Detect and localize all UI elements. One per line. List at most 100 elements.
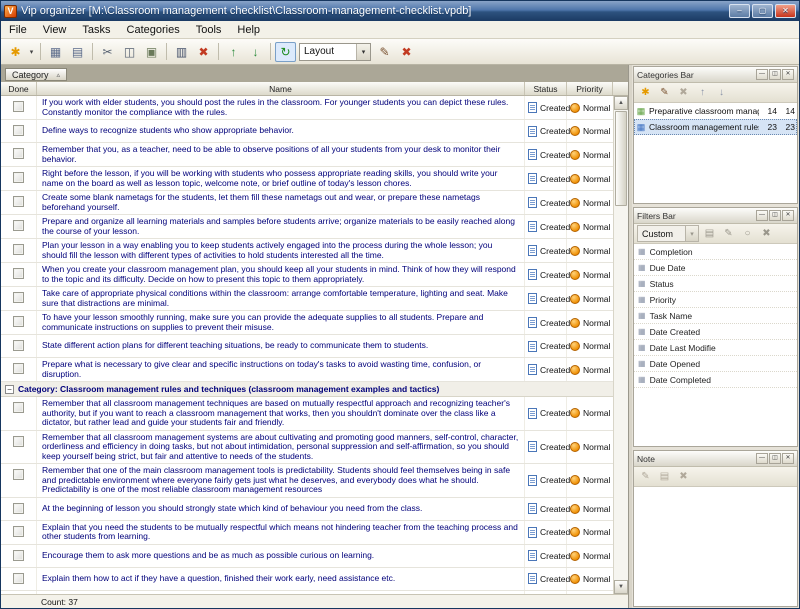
chevron-down-icon[interactable]: ▾: [356, 44, 370, 60]
filters-pin-icon[interactable]: ◫: [769, 210, 781, 221]
filters-minimize-icon[interactable]: —: [756, 210, 768, 221]
paste-button[interactable]: ▣: [141, 42, 162, 62]
task-row[interactable]: Encourage them to ask more questions and…: [1, 545, 613, 568]
task-row[interactable]: State different action plans for differe…: [1, 335, 613, 358]
done-checkbox[interactable]: [13, 148, 24, 159]
move-down-button[interactable]: ↓: [245, 42, 266, 62]
view-list-button[interactable]: ▦: [45, 42, 66, 62]
done-checkbox[interactable]: [13, 503, 24, 514]
close-button[interactable]: ✕: [775, 4, 796, 18]
chevron-down-icon[interactable]: ▾: [685, 226, 698, 241]
delete-task-button[interactable]: ✖: [193, 42, 214, 62]
edit-category-button[interactable]: ✎: [656, 85, 673, 101]
done-checkbox[interactable]: [13, 340, 24, 351]
collapse-icon[interactable]: −: [5, 385, 14, 394]
filter-field-row[interactable]: ▦Due Date: [634, 260, 797, 276]
save-filter-button[interactable]: ▤: [701, 226, 718, 242]
clear-filter-button[interactable]: ○: [739, 226, 756, 242]
move-up-button[interactable]: ↑: [223, 42, 244, 62]
delete-layout-button[interactable]: ✖: [396, 42, 417, 62]
delete-category-button[interactable]: ✖: [675, 85, 692, 101]
note-minimize-icon[interactable]: —: [756, 453, 768, 464]
note-pin-icon[interactable]: ◫: [769, 453, 781, 464]
done-checkbox[interactable]: [13, 402, 24, 413]
edit-note-button[interactable]: ✎: [637, 469, 654, 485]
done-checkbox[interactable]: [13, 526, 24, 537]
done-checkbox[interactable]: [13, 550, 24, 561]
task-row[interactable]: Explain them how to act if they have a q…: [1, 568, 613, 591]
task-row[interactable]: Explain that you need the students to be…: [1, 521, 613, 545]
filters-close-icon[interactable]: ✕: [782, 210, 794, 221]
scroll-up-icon[interactable]: ▲: [614, 96, 628, 110]
done-checkbox[interactable]: [13, 316, 24, 327]
scrollbar-track[interactable]: [614, 207, 628, 580]
category-group-row[interactable]: −Category: Classroom management rules an…: [1, 382, 613, 397]
column-header-done[interactable]: Done: [1, 82, 37, 95]
column-header-priority[interactable]: Priority: [567, 82, 613, 95]
menu-item-view[interactable]: View: [35, 23, 75, 37]
task-row[interactable]: Remember that all classroom management s…: [1, 431, 613, 465]
done-checkbox[interactable]: [13, 363, 24, 374]
minimize-button[interactable]: –: [729, 4, 750, 18]
print-button[interactable]: ▥: [171, 42, 192, 62]
column-header-name[interactable]: Name: [37, 82, 525, 95]
category-tree-item[interactable]: ▦Classroom management rules and tec2323: [634, 119, 797, 135]
layout-combo[interactable]: Layout▾: [299, 43, 371, 61]
vertical-scrollbar[interactable]: ▲ ▼: [613, 96, 628, 594]
scrollbar-thumb[interactable]: [615, 111, 627, 206]
maximize-button[interactable]: ▢: [752, 4, 773, 18]
apply-layout-button[interactable]: ↻: [275, 42, 296, 62]
filter-field-row[interactable]: ▦Completion: [634, 244, 797, 260]
filter-field-row[interactable]: ▦Task Name: [634, 308, 797, 324]
task-row[interactable]: At the beginning of lesson you should st…: [1, 498, 613, 521]
task-row[interactable]: If you work with elder students, you sho…: [1, 96, 613, 120]
menu-item-categories[interactable]: Categories: [119, 23, 188, 37]
group-by-category-chip[interactable]: Category ▵: [5, 68, 67, 81]
task-row[interactable]: Right before the lesson, if you will be …: [1, 167, 613, 191]
filter-field-row[interactable]: ▦Priority: [634, 292, 797, 308]
chevron-down-icon[interactable]: ▾: [27, 42, 36, 62]
task-row[interactable]: To have your lesson smoothly running, ma…: [1, 311, 613, 335]
filter-field-row[interactable]: ▦Date Created: [634, 324, 797, 340]
cut-button[interactable]: ✂: [97, 42, 118, 62]
menu-item-help[interactable]: Help: [229, 23, 268, 37]
task-row[interactable]: Remember that one of the main classroom …: [1, 464, 613, 498]
done-checkbox[interactable]: [13, 172, 24, 183]
done-checkbox[interactable]: [13, 469, 24, 480]
done-checkbox[interactable]: [13, 196, 24, 207]
done-checkbox[interactable]: [13, 125, 24, 136]
task-row[interactable]: Prepare what is necessary to give clear …: [1, 358, 613, 382]
task-row[interactable]: Create some blank nametags for the stude…: [1, 191, 613, 215]
task-row[interactable]: Remember that all classroom management t…: [1, 397, 613, 431]
done-checkbox[interactable]: [13, 244, 24, 255]
done-checkbox[interactable]: [13, 101, 24, 112]
task-row[interactable]: Plan your lesson in a way enabling you t…: [1, 239, 613, 263]
move-category-down-button[interactable]: ↓: [713, 85, 730, 101]
done-checkbox[interactable]: [13, 268, 24, 279]
note-editor[interactable]: [634, 487, 797, 606]
new-category-button[interactable]: ✱: [637, 85, 654, 101]
menu-item-file[interactable]: File: [1, 23, 35, 37]
done-checkbox[interactable]: [13, 220, 24, 231]
move-category-up-button[interactable]: ↑: [694, 85, 711, 101]
format-note-button[interactable]: ▤: [656, 469, 673, 485]
category-tree-item[interactable]: ▦Preparative classroom management a1414: [634, 103, 797, 119]
filter-preset-combo[interactable]: Custom ▾: [637, 225, 699, 242]
note-close-icon[interactable]: ✕: [782, 453, 794, 464]
clear-note-button[interactable]: ✖: [675, 469, 692, 485]
filter-field-row[interactable]: ▦Date Opened: [634, 356, 797, 372]
column-header-status[interactable]: Status: [525, 82, 567, 95]
menu-item-tools[interactable]: Tools: [188, 23, 230, 37]
task-row[interactable]: Remember that you, as a teacher, need to…: [1, 143, 613, 167]
done-checkbox[interactable]: [13, 292, 24, 303]
filter-field-row[interactable]: ▦Status: [634, 276, 797, 292]
task-row[interactable]: Define ways to recognize students who sh…: [1, 120, 613, 143]
new-task-button[interactable]: ✱: [5, 42, 26, 62]
categories-pin-icon[interactable]: ◫: [769, 69, 781, 80]
edit-layout-button[interactable]: ✎: [374, 42, 395, 62]
categories-close-icon[interactable]: ✕: [782, 69, 794, 80]
edit-filter-button[interactable]: ✎: [720, 226, 737, 242]
categories-minimize-icon[interactable]: —: [756, 69, 768, 80]
notes-view-button[interactable]: ▤: [67, 42, 88, 62]
done-checkbox[interactable]: [13, 573, 24, 584]
